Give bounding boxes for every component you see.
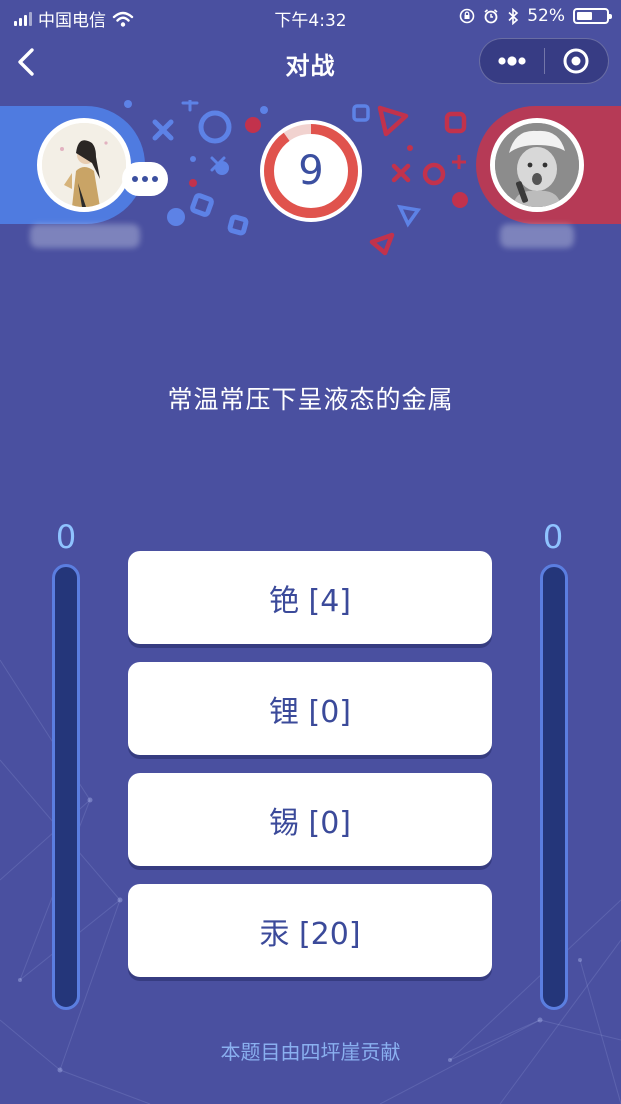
right-score: 0 <box>542 518 564 556</box>
battle-header: 9 <box>0 100 621 260</box>
answer-option[interactable]: 锂 [0] <box>128 662 492 755</box>
answer-option[interactable]: 锡 [0] <box>128 773 492 866</box>
answer-option[interactable]: 汞 [20] <box>128 884 492 977</box>
player-portrait <box>495 123 579 207</box>
target-close-icon <box>563 48 589 74</box>
question-credit: 本题目由四坪崖贡献 <box>220 1040 401 1064</box>
left-score-bar <box>52 564 80 1010</box>
dot <box>132 176 138 182</box>
more-icon <box>498 56 526 66</box>
question-text: 常温常压下呈液态的金属 <box>167 385 454 414</box>
chat-bubble-button[interactable] <box>122 162 168 196</box>
countdown-timer: 9 <box>258 118 364 224</box>
status-right: 52% <box>459 6 612 26</box>
right-score-bar <box>540 564 568 1010</box>
player-portrait <box>42 123 126 207</box>
status-bar: 中国电信 下午4:32 52% <box>0 0 621 34</box>
dot <box>142 176 148 182</box>
answer-option[interactable]: 铯 [4] <box>128 551 492 644</box>
left-player-name-hidden <box>30 224 140 248</box>
bluetooth-icon <box>508 7 519 25</box>
answer-options: 铯 [4] 锂 [0] 锡 [0] 汞 [20] <box>128 551 492 995</box>
mini-program-capsule <box>479 38 609 84</box>
close-button[interactable] <box>545 39 609 83</box>
right-player-avatar[interactable] <box>490 118 584 212</box>
battery-percent: 52% <box>527 6 565 26</box>
battery-icon <box>573 8 612 24</box>
alarm-icon <box>484 9 498 24</box>
right-player-name-hidden <box>500 224 574 248</box>
lock-rotation-icon <box>459 8 475 24</box>
timer-value: 9 <box>298 148 324 194</box>
battery-level <box>577 12 592 20</box>
more-button[interactable] <box>480 39 544 83</box>
dot <box>152 176 158 182</box>
left-player-avatar[interactable] <box>37 118 131 212</box>
nav-bar: 对战 <box>0 34 621 90</box>
left-score: 0 <box>55 518 77 556</box>
